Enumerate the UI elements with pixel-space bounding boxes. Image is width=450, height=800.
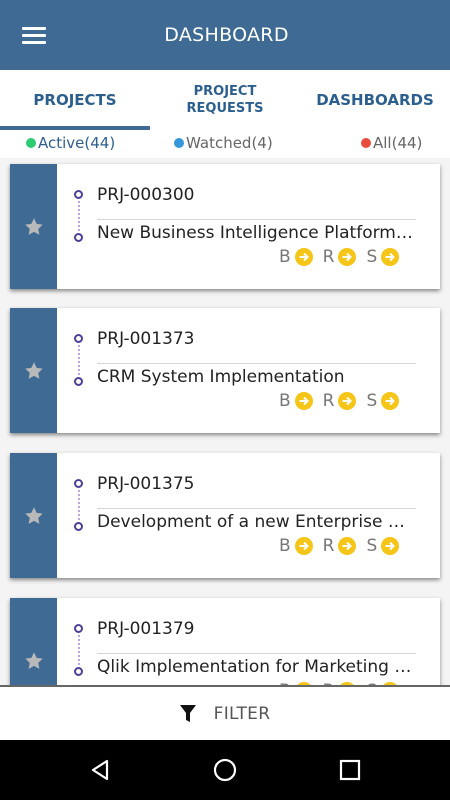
project-card[interactable]: PRJ-001379 Qlik Implementation for Marke… [10,598,440,685]
back-icon[interactable] [85,755,115,785]
filter-all[interactable]: All(44) [361,134,422,152]
project-id: PRJ-001379 [97,619,195,639]
arrow-right-circle-icon [294,537,313,555]
r-action[interactable]: R [323,391,357,411]
filter-all-label: All(44) [373,134,423,152]
b-label: B [279,247,291,267]
watched-dot-icon [174,138,184,148]
b-label: B [279,536,291,556]
star-icon [24,361,43,379]
s-label: S [366,391,378,411]
star-icon [24,651,43,669]
arrow-right-circle-icon [338,248,357,266]
project-card[interactable]: PRJ-001375 Development of a new Enterpri… [10,453,440,578]
star-icon [24,506,43,524]
arrow-right-circle-icon [294,248,313,266]
filter-watched[interactable]: Watched(4) [174,134,273,152]
system-nav-bar [0,740,450,800]
project-name: Development of a new Enterprise Architec… [97,512,415,532]
project-id: PRJ-001375 [97,474,195,494]
recent-apps-icon[interactable] [335,755,365,785]
r-label: R [322,536,335,556]
star-button[interactable] [10,453,57,578]
funnel-icon [179,704,196,723]
divider [97,653,416,654]
r-label: R [322,391,335,411]
project-card[interactable]: PRJ-000300 New Business Intelligence Pla… [10,164,440,289]
card-body: PRJ-001375 Development of a new Enterpri… [57,453,440,578]
timeline-icon [74,624,84,676]
s-action[interactable]: S [366,247,400,267]
arrow-right-circle-icon [294,392,313,410]
star-button[interactable] [10,308,57,433]
timeline-icon [74,334,84,386]
all-dot-icon [361,138,371,148]
star-icon [24,217,43,235]
filter-active[interactable]: Active(44) [26,134,115,152]
arrow-right-circle-icon [381,392,400,410]
filter-active-label: Active(44) [38,134,116,152]
project-name: Qlik Implementation for Marketing Depart… [97,657,415,677]
home-icon[interactable] [210,755,240,785]
active-dot-icon [26,138,36,148]
card-body: PRJ-001373 CRM System Implementation B R… [57,308,440,433]
s-action[interactable]: S [366,391,400,411]
filter-label: FILTER [213,703,271,724]
divider [97,363,416,364]
timeline-icon [74,190,84,242]
project-name: New Business Intelligence Platform Imple… [97,223,415,243]
tab-projects[interactable]: PROJECTS [0,70,150,130]
star-button[interactable] [10,164,57,289]
card-body: PRJ-000300 New Business Intelligence Pla… [57,164,440,289]
card-actions: B R S [279,390,409,412]
filter-button[interactable]: FILTER [0,685,450,740]
b-action[interactable]: B [279,391,313,411]
arrow-right-circle-icon [381,537,400,555]
project-id: PRJ-000300 [97,185,195,205]
project-card[interactable]: PRJ-001373 CRM System Implementation B R… [10,308,440,433]
project-id: PRJ-001373 [97,329,195,349]
b-action[interactable]: B [279,247,313,267]
s-action[interactable]: S [366,536,400,556]
timeline-icon [74,479,84,531]
b-action[interactable]: B [279,536,313,556]
s-label: S [366,247,378,267]
card-actions: B R S [279,535,409,557]
app-bar: DASHBOARD [0,0,450,70]
r-action[interactable]: R [323,536,357,556]
r-action[interactable]: R [323,247,357,267]
arrow-right-circle-icon [381,248,400,266]
arrow-right-circle-icon [338,537,357,555]
filter-watched-label: Watched(4) [186,134,273,152]
card-actions: B R S [279,246,409,268]
r-label: R [322,247,335,267]
tab-project-requests[interactable]: PROJECT REQUESTS [150,70,300,130]
star-button[interactable] [10,598,57,685]
project-list[interactable]: PRJ-000300 New Business Intelligence Pla… [0,158,450,685]
status-filters: Active(44) Watched(4) All(44) [0,130,450,158]
b-label: B [279,391,291,411]
divider [97,508,416,509]
card-body: PRJ-001379 Qlik Implementation for Marke… [57,598,440,685]
page-title: DASHBOARD [164,24,289,46]
tab-dashboards[interactable]: DASHBOARDS [300,70,450,130]
arrow-right-circle-icon [338,392,357,410]
divider [97,219,416,220]
project-name: CRM System Implementation [97,367,345,387]
s-label: S [366,536,378,556]
tab-bar: PROJECTS PROJECT REQUESTS DASHBOARDS [0,70,450,130]
